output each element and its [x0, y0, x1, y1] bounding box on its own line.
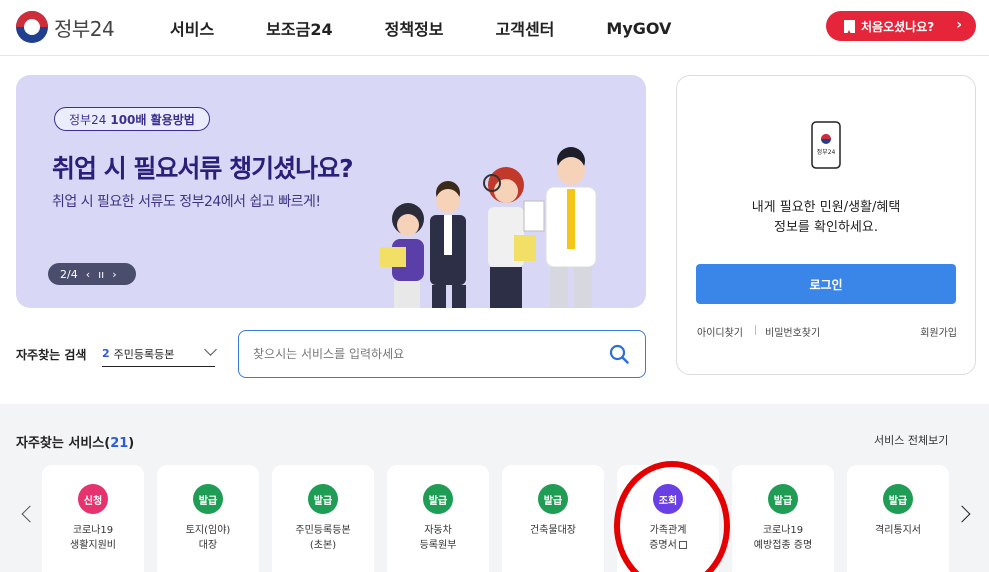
find-password-link[interactable]: 비밀번호찾기: [765, 324, 820, 339]
login-message-line2: 정보를 확인하세요.: [774, 220, 878, 235]
link-divider: [755, 325, 756, 335]
login-message: 내게 필요한 민원/생활/혜택 정보를 확인하세요.: [677, 198, 975, 238]
banner-page-indicator: 2/4: [60, 267, 78, 281]
sign-up-link[interactable]: 회원가입: [920, 324, 957, 339]
frequent-services-section: 자주찾는 서비스(21) 서비스 전체보기 신청 코로나19 생활지원비 발급 …: [0, 404, 989, 572]
service-badge: 신청: [78, 484, 108, 514]
service-card-quarantine-notice[interactable]: 발급 격리통지서: [847, 465, 949, 572]
service-label: 주민등록등본 (초본): [295, 525, 351, 551]
services-title-text: 자주찾는 서비스: [16, 436, 105, 451]
login-button[interactable]: 로그인: [696, 264, 956, 304]
service-label: 코로나19 예방접종 증명: [753, 525, 813, 551]
service-label: 코로나19 생활지원비: [70, 525, 116, 551]
service-label: 건축물대장: [530, 525, 576, 536]
services-count-close: ): [128, 436, 135, 451]
carousel-next-icon[interactable]: [953, 505, 971, 523]
service-card-land-register[interactable]: 발급 토지(임야) 대장: [157, 465, 259, 572]
banner-subtitle: 취업 시 필요한 서류도 정부24에서 쉽고 빠르게!: [52, 194, 321, 210]
nav-mygov[interactable]: MyGOV: [606, 19, 671, 38]
frequent-search-label: 자주찾는 검색: [16, 348, 87, 362]
service-label: 격리통지서: [875, 525, 921, 536]
frequent-search-value: 주민등록등본: [113, 347, 175, 361]
nav-services[interactable]: 서비스: [170, 16, 214, 40]
taegeuk-logo-icon: [16, 11, 48, 43]
chevron-down-icon: [204, 343, 217, 356]
banner-next-button[interactable]: ›: [112, 268, 116, 281]
login-message-line1: 내게 필요한 민원/생활/혜택: [751, 200, 901, 215]
banner-pause-button[interactable]: ıı: [98, 268, 104, 281]
service-label: 자동차 등록원부: [419, 525, 457, 551]
frequent-search-rank: 2: [102, 347, 110, 360]
service-badge: 조회: [653, 484, 683, 514]
service-card-corona-living-support[interactable]: 신청 코로나19 생활지원비: [42, 465, 144, 572]
service-card-family-relation-certificate[interactable]: 조회 가족관계 증명서: [617, 465, 719, 572]
external-link-icon: [678, 541, 687, 549]
top-header: 정부24 서비스 보조금24 정책정보 고객센터 MyGOV 처음오셨나요? ›: [0, 0, 989, 56]
login-links: 아이디찾기 비밀번호찾기 회원가입: [697, 324, 957, 340]
banner-tag-bold: 100배 활용방법: [110, 112, 195, 127]
nav-policy-info[interactable]: 정책정보: [385, 16, 444, 40]
banner-title: 취업 시 필요서류 챙기셨나요?: [52, 154, 354, 183]
nav-customer-center[interactable]: 고객센터: [496, 16, 555, 40]
search-icon[interactable]: [609, 344, 629, 364]
mobile-phone-icon: 정부24: [811, 121, 841, 169]
find-id-link[interactable]: 아이디찾기: [697, 324, 743, 339]
view-all-services-link[interactable]: 서비스 전체보기: [874, 432, 948, 448]
people-illustration-icon: [380, 147, 597, 308]
nav-subsidy24[interactable]: 보조금24: [266, 16, 332, 40]
service-badge: 발급: [423, 484, 453, 514]
service-card-building-register[interactable]: 발급 건축물대장: [502, 465, 604, 572]
chevron-right-icon: ›: [956, 17, 962, 33]
bookmark-icon: [844, 19, 855, 34]
carousel-prev-icon[interactable]: [21, 505, 39, 523]
banner-tag-prefix: 정부24: [69, 112, 107, 127]
frequent-services-title: 자주찾는 서비스(21): [16, 432, 134, 451]
site-logo[interactable]: 정부24: [16, 11, 115, 43]
search-box: [238, 330, 646, 378]
service-badge: 발급: [883, 484, 913, 514]
banner-pager: 2/4 ‹ ıı ›: [48, 263, 136, 285]
search-input[interactable]: [253, 343, 593, 365]
service-badge: 발급: [308, 484, 338, 514]
services-count: 21: [110, 436, 129, 451]
first-visit-button[interactable]: 처음오셨나요? ›: [826, 11, 976, 41]
service-card-vehicle-registry[interactable]: 발급 자동차 등록원부: [387, 465, 489, 572]
promo-banner[interactable]: 정부24 100배 활용방법 취업 시 필요서류 챙기셨나요? 취업 시 필요한…: [16, 75, 646, 308]
service-badge: 발급: [538, 484, 568, 514]
frequent-search-select[interactable]: 2 주민등록등본: [102, 341, 217, 367]
service-card-resident-registration[interactable]: 발급 주민등록등본 (초본): [272, 465, 374, 572]
service-label: 가족관계 증명서: [617, 523, 719, 553]
phone-caption: 정부24: [817, 149, 836, 156]
service-label: 토지(임야) 대장: [185, 525, 231, 551]
logo-text: 정부24: [54, 16, 115, 41]
first-visit-label: 처음오셨나요?: [861, 19, 935, 34]
service-badge: 발급: [768, 484, 798, 514]
login-card: 정부24 내게 필요한 민원/생활/혜택 정보를 확인하세요. 로그인 아이디찾…: [676, 75, 976, 375]
service-badge: 발급: [193, 484, 223, 514]
banner-prev-button[interactable]: ‹: [86, 268, 90, 281]
main-nav: 서비스 보조금24 정책정보 고객센터 MyGOV: [170, 0, 723, 56]
banner-tag: 정부24 100배 활용방법: [54, 107, 210, 131]
service-card-vaccination-certificate[interactable]: 발급 코로나19 예방접종 증명: [732, 465, 834, 572]
